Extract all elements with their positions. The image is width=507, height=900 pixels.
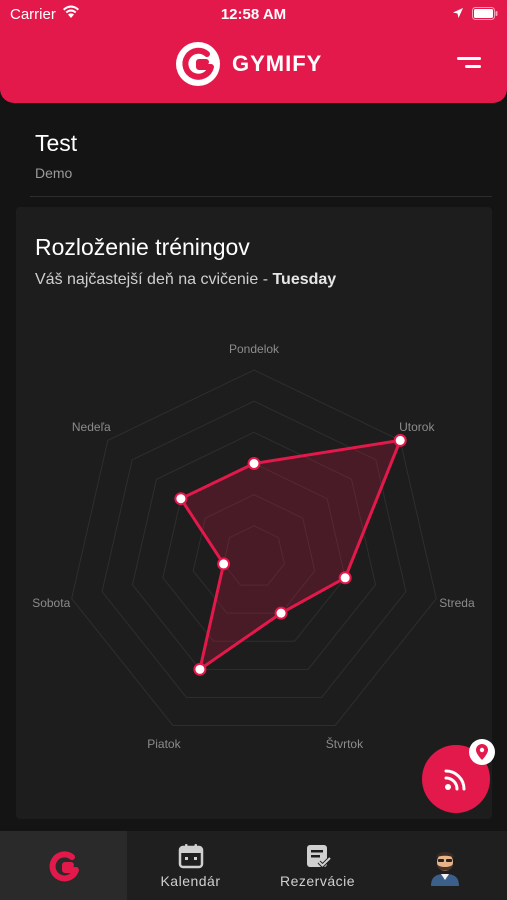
card-subtitle-text: Váš najčastejší deň na cvičenie - <box>35 271 273 288</box>
profile-title: Test <box>35 130 78 156</box>
radar-axis-label: Štvrtok <box>325 737 364 752</box>
divider <box>30 196 492 197</box>
status-bar: Carrier 12:58 AM <box>0 0 507 28</box>
logo-text: GYMIFY <box>232 51 323 76</box>
radar-axis-label: Utorok <box>399 420 435 435</box>
radar-axis-label: Streda <box>439 596 475 611</box>
battery-icon <box>472 7 498 20</box>
gymify-logo: GYMIFY <box>174 40 322 88</box>
radar-axis-label: Sobota <box>32 596 71 611</box>
location-badge[interactable] <box>469 739 495 765</box>
reservations-icon <box>306 845 331 869</box>
rss-feed-icon <box>444 769 466 791</box>
calendar-icon <box>178 844 203 869</box>
tab-calendar-label: Kalendár <box>160 873 221 889</box>
card-title: Rozloženie tréningov <box>35 234 250 260</box>
app-header: Carrier 12:58 AM GYMIFY <box>0 0 507 103</box>
gymify-logo-icon <box>49 851 79 882</box>
card-subtitle: Váš najčastejší deň na cvičenie - Tuesda… <box>35 271 336 289</box>
bottom-tab-bar: Kalendár Rezervácie <box>0 831 507 900</box>
tab-reservations-label: Rezervácie <box>279 873 356 889</box>
tab-profile[interactable] <box>381 831 507 900</box>
tab-calendar[interactable]: Kalendár <box>127 831 254 900</box>
status-time: 12:58 AM <box>220 6 287 23</box>
radar-axis-label: Nedeľa <box>71 420 111 435</box>
most-frequent-day: Tuesday <box>272 271 337 288</box>
location-arrow-icon <box>453 8 463 18</box>
hamburger-menu-icon[interactable] <box>457 55 483 71</box>
radar-axis-label: Pondelok <box>229 342 280 356</box>
radar-axis-label: Piatok <box>147 737 181 752</box>
tab-reservations[interactable]: Rezervácie <box>254 831 381 900</box>
profile-subtitle: Demo <box>35 165 73 181</box>
gymify-logo-icon <box>176 42 220 86</box>
avatar-icon <box>430 852 459 886</box>
training-distribution-card: Rozloženie tréningov Váš najčastejší deň… <box>16 207 492 819</box>
location-pin-icon <box>476 744 488 760</box>
tab-home[interactable] <box>0 831 127 900</box>
